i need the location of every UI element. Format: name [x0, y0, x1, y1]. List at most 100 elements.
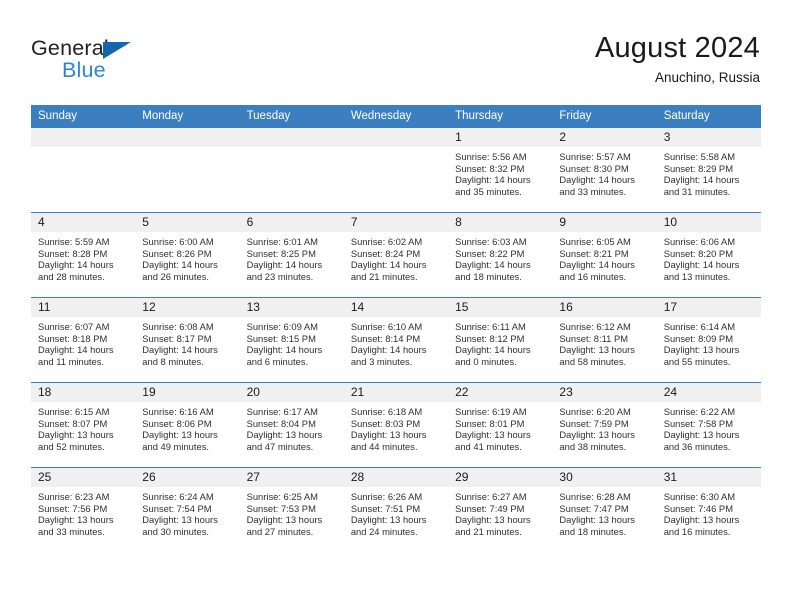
calendar-day-cell[interactable]: 23 Sunrise: 6:20 AM Sunset: 7:59 PM Dayligh… — [552, 382, 657, 468]
day-details: Sunrise: 6:17 AM Sunset: 8:04 PM Daylight:… — [240, 402, 344, 452]
day-detail-line: and 36 minutes. — [663, 440, 731, 452]
calendar-day-cell[interactable]: 14 Sunrise: 6:10 AM Sunset: 8:14 PM Dayligh… — [343, 297, 449, 383]
calendar-day-cell-empty — [239, 127, 344, 213]
day-detail-line: Sunrise: 6:26 AM — [350, 491, 423, 502]
calendar-day-cell[interactable]: 27 Sunrise: 6:25 AM Sunset: 7:53 PM Dayligh… — [239, 467, 344, 552]
day-cell-inner: 25 Sunrise: 6:23 AM Sunset: 7:56 PM Dayligh… — [31, 468, 136, 552]
calendar-day-cell-empty — [343, 127, 449, 213]
day-number: 11 — [31, 298, 136, 317]
calendar-day-cell[interactable]: 21 Sunrise: 6:18 AM Sunset: 8:03 PM Dayligh… — [343, 382, 449, 468]
calendar-day-cell[interactable]: 8 Sunrise: 6:03 AM Sunset: 8:22 PM Daylight… — [448, 212, 553, 298]
calendar-day-cell[interactable]: 7 Sunrise: 6:02 AM Sunset: 8:24 PM Daylight… — [343, 212, 449, 298]
logo-text-blue: Blue — [62, 58, 106, 82]
day-number: 14 — [343, 298, 449, 317]
calendar-day-cell[interactable]: 30 Sunrise: 6:28 AM Sunset: 7:47 PM Dayligh… — [552, 467, 657, 552]
day-details: Sunrise: 6:09 AM Sunset: 8:15 PM Daylight:… — [240, 317, 344, 367]
calendar-week-row: 18 Sunrise: 6:15 AM Sunset: 8:07 PM Dayligh… — [31, 382, 761, 468]
day-detail-line: Sunset: 8:12 PM — [455, 332, 525, 344]
day-detail-line: Sunrise: 6:17 AM — [246, 406, 318, 417]
calendar-day-cell[interactable]: 11 Sunrise: 6:07 AM Sunset: 8:18 PM Dayligh… — [31, 297, 136, 383]
day-details: Sunrise: 6:10 AM Sunset: 8:14 PM Daylight:… — [344, 317, 448, 367]
day-detail-line: and 47 minutes. — [246, 440, 314, 452]
calendar-day-cell[interactable]: 18 Sunrise: 6:15 AM Sunset: 8:07 PM Dayligh… — [31, 382, 136, 468]
calendar-day-cell[interactable]: 9 Sunrise: 6:05 AM Sunset: 8:21 PM Daylight… — [552, 212, 657, 298]
day-cell-inner — [135, 128, 240, 212]
day-detail-line: Sunset: 8:25 PM — [246, 247, 316, 259]
day-cell-inner: 13 Sunrise: 6:09 AM Sunset: 8:15 PM Dayligh… — [239, 298, 344, 382]
calendar-day-cell[interactable]: 3 Sunrise: 5:58 AM Sunset: 8:29 PM Daylight… — [656, 127, 761, 213]
calendar-day-cell[interactable]: 2 Sunrise: 5:57 AM Sunset: 8:30 PM Daylight… — [552, 127, 657, 213]
day-detail-line: Sunset: 8:24 PM — [350, 247, 421, 259]
day-number: 20 — [239, 383, 344, 402]
day-detail-line: Daylight: 13 hours — [559, 514, 635, 526]
weekday-header-thursday: Thursday — [448, 105, 553, 128]
day-number: 28 — [343, 468, 449, 487]
calendar-day-cell[interactable]: 20 Sunrise: 6:17 AM Sunset: 8:04 PM Dayligh… — [239, 382, 344, 468]
calendar-day-cell[interactable]: 29 Sunrise: 6:27 AM Sunset: 7:49 PM Dayligh… — [448, 467, 553, 552]
day-details: Sunrise: 6:11 AM Sunset: 8:12 PM Daylight:… — [448, 317, 552, 367]
day-detail-line: Daylight: 13 hours — [559, 429, 635, 441]
day-detail-line: and 58 minutes. — [559, 355, 627, 367]
day-detail-line: Sunset: 8:15 PM — [246, 332, 316, 344]
calendar-day-cell[interactable]: 5 Sunrise: 6:00 AM Sunset: 8:26 PM Daylight… — [135, 212, 240, 298]
day-detail-line: and 16 minutes. — [559, 270, 627, 282]
day-number: 30 — [552, 468, 657, 487]
calendar-week-row: 4 Sunrise: 5:59 AM Sunset: 8:28 PM Daylight… — [31, 212, 761, 298]
day-detail-line: and 55 minutes. — [663, 355, 731, 367]
calendar-day-cell[interactable]: 6 Sunrise: 6:01 AM Sunset: 8:25 PM Daylight… — [239, 212, 344, 298]
day-detail-line: Sunset: 7:47 PM — [559, 502, 629, 514]
calendar-day-cell[interactable]: 25 Sunrise: 6:23 AM Sunset: 7:56 PM Dayligh… — [31, 467, 136, 552]
general-blue-logo[interactable]: General Blue — [31, 37, 261, 90]
calendar-day-cell[interactable]: 22 Sunrise: 6:19 AM Sunset: 8:01 PM Dayligh… — [448, 382, 553, 468]
day-cell-inner: 26 Sunrise: 6:24 AM Sunset: 7:54 PM Dayligh… — [135, 468, 240, 552]
calendar-day-cell[interactable]: 19 Sunrise: 6:16 AM Sunset: 8:06 PM Dayligh… — [135, 382, 240, 468]
day-detail-line: Daylight: 13 hours — [142, 429, 218, 441]
day-details: Sunrise: 6:00 AM Sunset: 8:26 PM Daylight:… — [135, 232, 239, 282]
calendar-week-row: 11 Sunrise: 6:07 AM Sunset: 8:18 PM Dayligh… — [31, 297, 761, 383]
day-detail-line: Sunset: 7:46 PM — [663, 502, 733, 514]
calendar-day-cell[interactable]: 10 Sunrise: 6:06 AM Sunset: 8:20 PM Dayligh… — [656, 212, 761, 298]
calendar-day-cell[interactable]: 15 Sunrise: 6:11 AM Sunset: 8:12 PM Dayligh… — [448, 297, 553, 383]
day-detail-line: Sunrise: 6:18 AM — [350, 406, 423, 417]
day-details: Sunrise: 6:28 AM Sunset: 7:47 PM Daylight:… — [552, 487, 656, 537]
calendar-day-cell[interactable]: 28 Sunrise: 6:26 AM Sunset: 7:51 PM Dayligh… — [343, 467, 449, 552]
day-detail-line: Daylight: 14 hours — [246, 344, 323, 356]
day-detail-line: Sunrise: 6:12 AM — [559, 321, 631, 332]
day-detail-line: Sunrise: 5:58 AM — [663, 151, 736, 162]
day-number: 23 — [552, 383, 657, 402]
day-detail-line: Sunset: 7:51 PM — [350, 502, 421, 514]
day-cell-inner: 31 Sunrise: 6:30 AM Sunset: 7:46 PM Dayligh… — [656, 468, 761, 552]
day-detail-line: Sunset: 8:20 PM — [663, 247, 733, 259]
day-detail-line: Daylight: 13 hours — [663, 514, 740, 526]
calendar-day-cell[interactable]: 4 Sunrise: 5:59 AM Sunset: 8:28 PM Daylight… — [31, 212, 136, 298]
day-detail-line: and 49 minutes. — [142, 440, 209, 452]
day-number: 1 — [448, 128, 553, 147]
day-number: 16 — [552, 298, 657, 317]
calendar-day-cell[interactable]: 16 Sunrise: 6:12 AM Sunset: 8:11 PM Dayligh… — [552, 297, 657, 383]
day-detail-line: Sunset: 8:01 PM — [455, 417, 525, 429]
calendar-day-cell[interactable]: 17 Sunrise: 6:14 AM Sunset: 8:09 PM Dayligh… — [656, 297, 761, 383]
day-details: Sunrise: 5:57 AM Sunset: 8:30 PM Daylight:… — [552, 147, 656, 197]
day-cell-inner: 7 Sunrise: 6:02 AM Sunset: 8:24 PM Daylight… — [343, 213, 449, 297]
day-detail-line: Sunset: 8:17 PM — [142, 332, 212, 344]
calendar-day-cell[interactable]: 1 Sunrise: 5:56 AM Sunset: 8:32 PM Daylight… — [448, 127, 553, 213]
weekday-header-tuesday: Tuesday — [239, 105, 344, 128]
day-details: Sunrise: 6:03 AM Sunset: 8:22 PM Daylight:… — [448, 232, 552, 282]
day-detail-line: and 6 minutes. — [246, 355, 309, 367]
day-details: Sunrise: 6:07 AM Sunset: 8:18 PM Daylight:… — [31, 317, 135, 367]
day-cell-inner: 20 Sunrise: 6:17 AM Sunset: 8:04 PM Dayligh… — [239, 383, 344, 467]
day-cell-inner: 12 Sunrise: 6:08 AM Sunset: 8:17 PM Dayligh… — [135, 298, 240, 382]
calendar-day-cell[interactable]: 31 Sunrise: 6:30 AM Sunset: 7:46 PM Dayligh… — [656, 467, 761, 552]
day-cell-inner: 11 Sunrise: 6:07 AM Sunset: 8:18 PM Dayligh… — [31, 298, 136, 382]
calendar-day-cell[interactable]: 26 Sunrise: 6:24 AM Sunset: 7:54 PM Dayligh… — [135, 467, 240, 552]
day-detail-line: Daylight: 13 hours — [38, 514, 114, 526]
day-cell-inner — [239, 128, 344, 212]
calendar-day-cell[interactable]: 13 Sunrise: 6:09 AM Sunset: 8:15 PM Dayligh… — [239, 297, 344, 383]
day-details: Sunrise: 5:59 AM Sunset: 8:28 PM Daylight:… — [31, 232, 135, 282]
calendar-day-cell[interactable]: 24 Sunrise: 6:22 AM Sunset: 7:58 PM Dayligh… — [656, 382, 761, 468]
day-detail-line: Sunset: 8:30 PM — [559, 162, 629, 174]
day-cell-inner: 21 Sunrise: 6:18 AM Sunset: 8:03 PM Dayligh… — [343, 383, 449, 467]
day-details — [240, 147, 344, 151]
day-detail-line: Sunset: 7:59 PM — [559, 417, 629, 429]
calendar-day-cell[interactable]: 12 Sunrise: 6:08 AM Sunset: 8:17 PM Dayligh… — [135, 297, 240, 383]
